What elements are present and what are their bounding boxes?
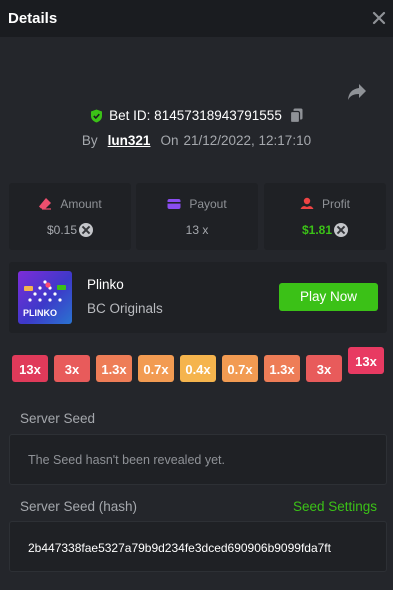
multiplier-tile: 13x	[12, 355, 48, 382]
profit-label: Profit	[321, 197, 350, 211]
amount-value: $0.15	[46, 223, 78, 237]
bet-id-row: Bet ID: 81457318943791555	[0, 108, 393, 128]
game-name: Plinko	[87, 277, 124, 292]
multiplier-tile: 3x	[54, 355, 90, 382]
profit-card: Profit $1.81	[264, 183, 386, 250]
page-title: Details	[8, 10, 58, 27]
amount-label: Amount	[60, 197, 102, 211]
shield-check-icon	[91, 109, 103, 122]
multiplier-tile: 0.7x	[222, 355, 258, 382]
close-icon[interactable]	[372, 11, 386, 25]
eraser-icon	[39, 198, 52, 210]
multiplier-tile: 0.4x	[180, 355, 216, 382]
multiplier-tile: 3x	[306, 355, 342, 382]
bet-id: Bet ID: 81457318943791555	[109, 108, 282, 123]
server-seed-hash-box[interactable]: 2b447338fae5327a79b9d234fe3dced690906b90…	[9, 521, 387, 572]
thumbnail-title: PLINKO	[23, 308, 58, 318]
profit-icon	[300, 197, 314, 209]
game-provider: BC Originals	[87, 301, 163, 316]
on-label: On	[160, 133, 179, 148]
multiplier-tile-active: 13x	[348, 347, 384, 374]
copy-icon[interactable]	[289, 108, 303, 123]
server-seed-hash-label: Server Seed (hash)	[20, 499, 138, 514]
amount-card: Amount $0.15	[9, 183, 131, 250]
details-header: Details	[0, 0, 393, 37]
coin-icon	[79, 223, 94, 237]
server-seed-box[interactable]: The Seed hasn't been revealed yet.	[9, 434, 387, 485]
seed-settings-link[interactable]: Seed Settings	[293, 499, 377, 514]
wallet-icon	[167, 199, 181, 209]
multiplier-tile: 0.7x	[138, 355, 174, 382]
share-icon[interactable]	[347, 83, 367, 101]
username-link[interactable]: lun321	[108, 133, 151, 148]
bet-datetime: 21/12/2022, 12:17:10	[183, 133, 312, 148]
server-seed-label: Server Seed	[20, 411, 96, 426]
game-card: PLINKO Plinko BC Originals Play Now	[9, 262, 387, 333]
payout-label: Payout	[189, 197, 227, 211]
bet-meta-row: By lun321 On 21/12/2022, 12:17:10	[0, 133, 393, 153]
multiplier-tile: 1.3x	[264, 355, 300, 382]
by-label: By	[81, 133, 98, 148]
coin-icon	[334, 223, 349, 237]
plinko-thumbnail[interactable]: PLINKO	[18, 271, 72, 324]
profit-value: $1.81	[301, 223, 333, 237]
payout-card: Payout 13 x	[136, 183, 258, 250]
server-seed-value: The Seed hasn't been revealed yet.	[28, 453, 225, 467]
play-now-button[interactable]: Play Now	[279, 283, 378, 311]
multiplier-tile: 1.3x	[96, 355, 132, 382]
payout-value: 13 x	[185, 223, 209, 237]
server-seed-hash-value: 2b447338fae5327a79b9d234fe3dced690906b90…	[28, 541, 331, 555]
